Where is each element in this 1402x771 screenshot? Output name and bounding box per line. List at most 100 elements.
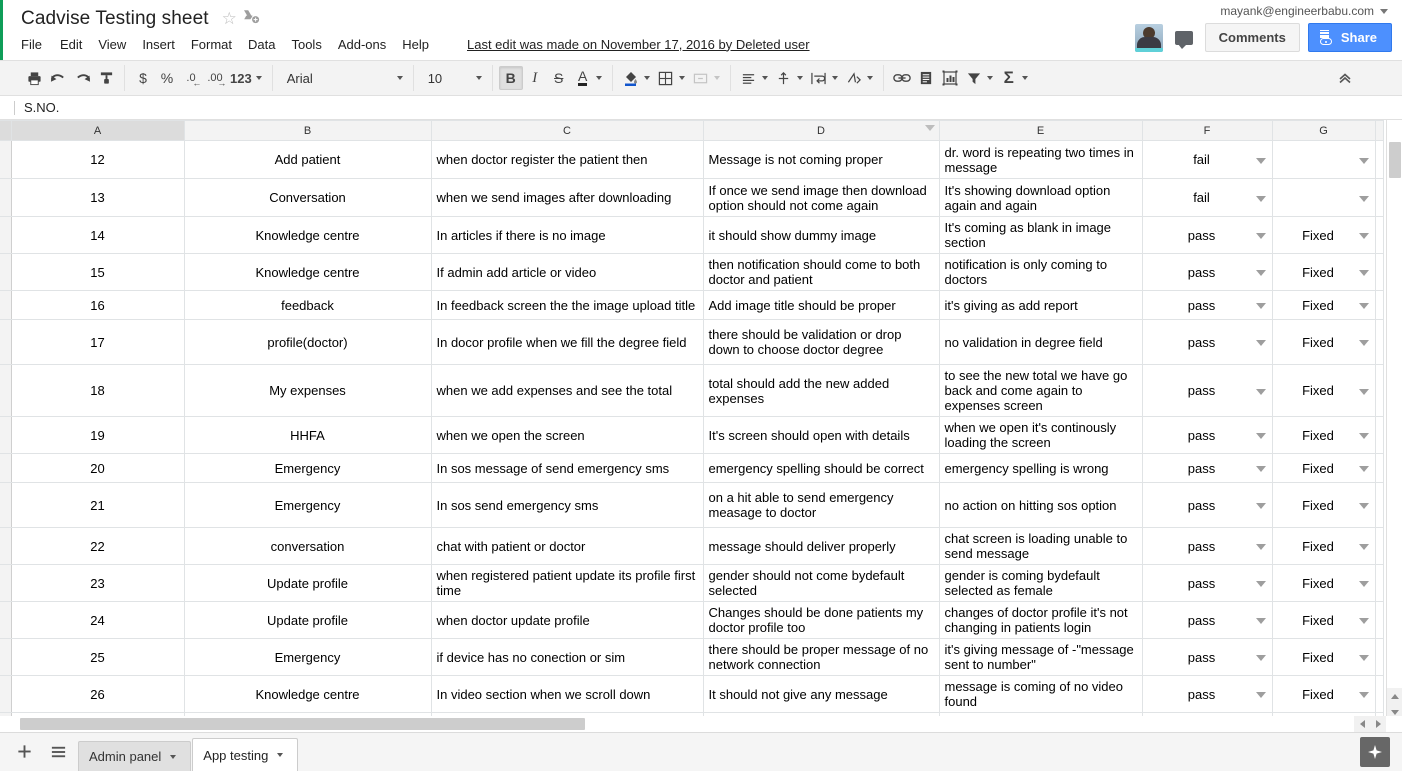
- cell-e[interactable]: gender is coming bydefault selected as f…: [939, 565, 1142, 602]
- text-rotation-caret-icon[interactable]: [867, 76, 873, 80]
- row-header[interactable]: [0, 141, 11, 179]
- cell-e[interactable]: message is coming of no video found: [939, 676, 1142, 713]
- functions-icon[interactable]: Σ: [997, 66, 1021, 90]
- cell-e[interactable]: changes of doctor profile it's not chang…: [939, 602, 1142, 639]
- cell-e[interactable]: it's giving message of -"message sent to…: [939, 639, 1142, 676]
- cell-f-dropdown[interactable]: pass: [1142, 602, 1272, 639]
- cell-b[interactable]: Knowledge centre: [184, 217, 431, 254]
- cell-d[interactable]: there should be proper message of no net…: [703, 639, 939, 676]
- cell-e[interactable]: It's coming as blank in image section: [939, 217, 1142, 254]
- cell-d[interactable]: It should not give any message: [703, 676, 939, 713]
- cell-f-dropdown[interactable]: pass: [1142, 254, 1272, 291]
- column-header-c[interactable]: C: [431, 121, 703, 141]
- strikethrough-button[interactable]: S: [547, 66, 571, 90]
- data-validation-caret-icon[interactable]: [1256, 618, 1266, 624]
- bold-button[interactable]: B: [499, 66, 523, 90]
- data-validation-caret-icon[interactable]: [1359, 270, 1369, 276]
- percent-format-icon[interactable]: %: [155, 66, 179, 90]
- cell-c[interactable]: In feedback screen the the image upload …: [431, 291, 703, 320]
- data-validation-caret-icon[interactable]: [1359, 544, 1369, 550]
- cell-e[interactable]: to see the new total we have go back and…: [939, 365, 1142, 417]
- menu-data[interactable]: Data: [240, 35, 283, 54]
- cell-c[interactable]: In video section when we scroll down: [431, 676, 703, 713]
- borders-caret-icon[interactable]: [679, 76, 685, 80]
- name-box[interactable]: [0, 96, 14, 120]
- data-validation-caret-icon[interactable]: [1256, 303, 1266, 309]
- cell-h[interactable]: [1375, 141, 1383, 179]
- cell-h[interactable]: [1375, 483, 1383, 528]
- cell-d[interactable]: message should deliver properly: [703, 528, 939, 565]
- filter-caret-icon[interactable]: [987, 76, 993, 80]
- fill-color-caret-icon[interactable]: [644, 76, 650, 80]
- cell-h[interactable]: [1375, 179, 1383, 217]
- cell-g-dropdown[interactable]: Fixed: [1272, 528, 1375, 565]
- menu-view[interactable]: View: [90, 35, 134, 54]
- cell-b[interactable]: Conversation: [184, 179, 431, 217]
- data-validation-caret-icon[interactable]: [1256, 692, 1266, 698]
- cell-c[interactable]: In articles if there is no image: [431, 217, 703, 254]
- data-validation-caret-icon[interactable]: [1359, 196, 1369, 202]
- cell-g-dropdown[interactable]: [1272, 179, 1375, 217]
- cell-f-dropdown[interactable]: pass: [1142, 320, 1272, 365]
- data-validation-caret-icon[interactable]: [1256, 340, 1266, 346]
- row-header[interactable]: [0, 291, 11, 320]
- cell-g-dropdown[interactable]: Fixed: [1272, 320, 1375, 365]
- cell-f-dropdown[interactable]: pass: [1142, 639, 1272, 676]
- column-header-b[interactable]: B: [184, 121, 431, 141]
- cell-c[interactable]: when doctor update profile: [431, 602, 703, 639]
- cell-c[interactable]: if device has no conection or sim: [431, 639, 703, 676]
- increase-decimal-icon[interactable]: .00→: [203, 66, 227, 90]
- data-validation-caret-icon[interactable]: [1359, 158, 1369, 164]
- menu-format[interactable]: Format: [183, 35, 240, 54]
- cell-g-dropdown[interactable]: Fixed: [1272, 217, 1375, 254]
- column-header-a[interactable]: A: [11, 121, 184, 141]
- decrease-decimal-icon[interactable]: .0←: [179, 66, 203, 90]
- cell-a[interactable]: 19: [11, 417, 184, 454]
- cell-h[interactable]: [1375, 320, 1383, 365]
- cell-f-dropdown[interactable]: pass: [1142, 565, 1272, 602]
- menu-edit[interactable]: Edit: [52, 35, 90, 54]
- column-header-g[interactable]: G: [1272, 121, 1375, 141]
- row-header[interactable]: [0, 528, 11, 565]
- last-edit-link[interactable]: Last edit was made on November 17, 2016 …: [467, 37, 810, 52]
- cell-h[interactable]: [1375, 602, 1383, 639]
- cell-a[interactable]: 15: [11, 254, 184, 291]
- text-color-caret-icon[interactable]: [596, 76, 602, 80]
- chevron-down-icon[interactable]: [277, 753, 283, 757]
- cell-a[interactable]: 23: [11, 565, 184, 602]
- horizontal-scroll-track[interactable]: [11, 718, 1351, 730]
- horizontal-align-caret-icon[interactable]: [762, 76, 768, 80]
- cell-h[interactable]: [1375, 254, 1383, 291]
- borders-icon[interactable]: [654, 66, 678, 90]
- data-validation-caret-icon[interactable]: [1359, 389, 1369, 395]
- cell-c[interactable]: when doctor register the patient then: [431, 141, 703, 179]
- cell-a[interactable]: 20: [11, 454, 184, 483]
- cell-f-dropdown[interactable]: fail: [1142, 141, 1272, 179]
- cell-d[interactable]: on a hit able to send emergency measage …: [703, 483, 939, 528]
- data-validation-caret-icon[interactable]: [1256, 233, 1266, 239]
- horizontal-scroll-thumb[interactable]: [20, 718, 585, 730]
- column-header-h[interactable]: [1375, 121, 1383, 141]
- cell-a[interactable]: 22: [11, 528, 184, 565]
- functions-caret-icon[interactable]: [1022, 76, 1028, 80]
- fill-color-icon[interactable]: [619, 66, 643, 90]
- formula-input[interactable]: [15, 97, 1402, 119]
- column-header-f[interactable]: F: [1142, 121, 1272, 141]
- data-validation-caret-icon[interactable]: [1359, 233, 1369, 239]
- cell-a[interactable]: 25: [11, 639, 184, 676]
- data-validation-caret-icon[interactable]: [1256, 466, 1266, 472]
- cell-g-dropdown[interactable]: Fixed: [1272, 483, 1375, 528]
- cell-g-dropdown[interactable]: Fixed: [1272, 454, 1375, 483]
- cell-h[interactable]: [1375, 417, 1383, 454]
- font-family-select[interactable]: Arial: [279, 66, 407, 90]
- insert-comment-icon[interactable]: [914, 66, 938, 90]
- cell-b[interactable]: Update profile: [184, 565, 431, 602]
- row-header[interactable]: [0, 639, 11, 676]
- scroll-up-button[interactable]: [1387, 688, 1402, 704]
- cell-b[interactable]: Emergency: [184, 454, 431, 483]
- cell-f-dropdown[interactable]: pass: [1142, 365, 1272, 417]
- undo-icon[interactable]: [46, 66, 70, 90]
- row-header[interactable]: [0, 217, 11, 254]
- cell-c[interactable]: when we send images after downloading: [431, 179, 703, 217]
- chevron-down-icon[interactable]: [170, 755, 176, 759]
